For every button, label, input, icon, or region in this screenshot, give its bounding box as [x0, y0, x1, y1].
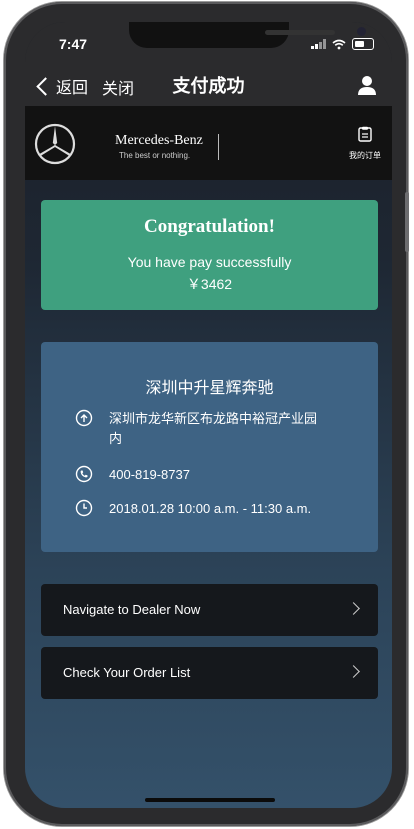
brand-divider — [218, 134, 219, 160]
dealer-card: 深圳中升星辉奔驰 深圳市龙华新区布龙路中裕冠产业园内 400-819-8737 — [41, 342, 378, 552]
battery-icon — [352, 38, 374, 50]
time-row: 2018.01.28 10:00 a.m. - 11:30 a.m. — [75, 499, 349, 519]
status-icons — [311, 38, 374, 50]
my-orders-label: 我的订单 — [349, 151, 381, 160]
signal-icon — [311, 39, 326, 49]
dealer-name: 深圳中升星辉奔驰 — [145, 380, 274, 397]
navigate-label: Navigate to Dealer Now — [63, 602, 201, 617]
clipboard-icon — [358, 126, 372, 142]
my-orders-button[interactable]: 我的订单 — [348, 126, 382, 163]
chevron-right-icon — [347, 665, 360, 678]
success-card: Congratulation! You have pay successfull… — [41, 200, 378, 310]
chevron-right-icon — [347, 602, 360, 615]
appointment-time: 2018.01.28 10:00 a.m. - 11:30 a.m. — [109, 501, 312, 516]
nav-bar: 返回 关闭 支付成功 — [25, 66, 392, 106]
paid-amount: ￥3462 — [186, 276, 233, 292]
notch — [129, 22, 366, 48]
success-message: You have pay successfully — [127, 254, 292, 270]
brand-bar: Mercedes-Benz The best or nothing. 我的订单 — [25, 106, 392, 180]
mercedes-star-logo — [34, 123, 76, 165]
navigate-to-dealer-button[interactable]: Navigate to Dealer Now — [41, 584, 378, 636]
speaker — [265, 30, 335, 35]
status-time: 7:47 — [59, 36, 88, 52]
check-order-list-button[interactable]: Check Your Order List — [41, 647, 378, 699]
phone-frame: 7:47 返回 关闭 支付成功 Mercedes-Benz The best o… — [4, 2, 409, 826]
success-heading: Congratulation! — [144, 216, 275, 237]
clock-icon — [75, 499, 93, 517]
user-icon[interactable] — [356, 74, 378, 96]
phone-icon — [75, 465, 93, 483]
dealer-address: 深圳市龙华新区布龙路中裕冠产业园内 — [109, 411, 318, 446]
address-row: 深圳市龙华新区布龙路中裕冠产业园内 — [75, 409, 329, 449]
dealer-phone[interactable]: 400-819-8737 — [109, 465, 329, 485]
side-button — [405, 192, 409, 252]
home-indicator[interactable] — [145, 798, 275, 802]
phone-row: 400-819-8737 — [75, 465, 329, 485]
brand-name: Mercedes-Benz — [115, 133, 203, 148]
status-bar: 7:47 — [25, 22, 392, 66]
page-title: 支付成功 — [172, 76, 245, 96]
wifi-icon — [332, 39, 346, 49]
location-icon — [75, 409, 93, 427]
front-camera — [357, 27, 366, 36]
screen: 7:47 返回 关闭 支付成功 Mercedes-Benz The best o… — [25, 22, 392, 808]
order-list-label: Check Your Order List — [63, 665, 191, 680]
brand-tagline: The best or nothing. — [119, 151, 191, 160]
